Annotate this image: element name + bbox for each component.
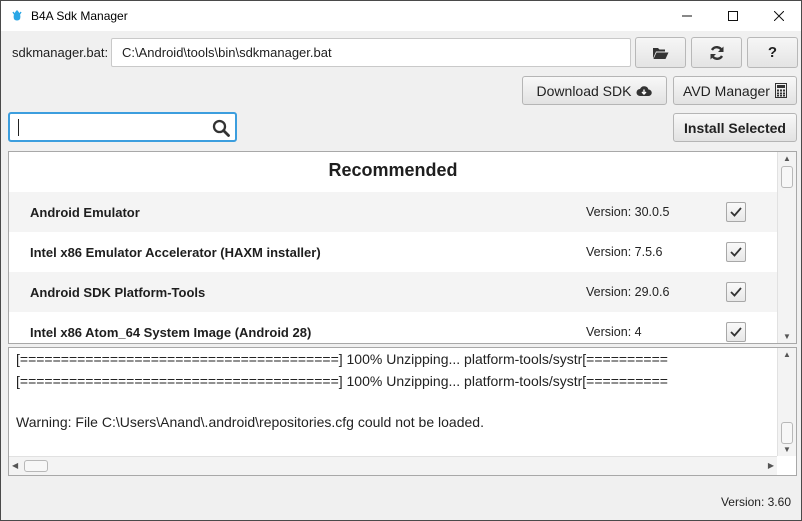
title-bar: B4A Sdk Manager	[1, 1, 801, 31]
help-button[interactable]: ?	[747, 37, 798, 68]
package-version: Version: 7.5.6	[586, 245, 663, 259]
log-line: Warning: File C:\Users\Anand\.android\re…	[16, 414, 484, 430]
scroll-right-icon[interactable]: ▶	[768, 461, 774, 470]
minimize-icon	[682, 15, 692, 17]
log-line: [=======================================…	[16, 351, 668, 367]
log-horizontal-scrollbar[interactable]: ◀ ▶	[9, 456, 777, 475]
cloud-download-icon	[636, 85, 653, 96]
package-version: Version: 30.0.5	[586, 205, 670, 219]
install-selected-button[interactable]: Install Selected	[673, 113, 797, 142]
list-vertical-scrollbar[interactable]: ▲ ▼	[777, 152, 796, 343]
list-item[interactable]: Android Emulator Version: 30.0.5	[9, 192, 777, 232]
sdkmanager-path-label: sdkmanager.bat:	[12, 45, 109, 60]
package-name: Android Emulator	[30, 205, 140, 220]
folder-open-icon	[653, 47, 669, 59]
browse-button[interactable]	[635, 37, 686, 68]
search-box[interactable]	[8, 112, 237, 142]
package-checkbox[interactable]	[726, 242, 746, 262]
list-item[interactable]: Intel x86 Atom_64 System Image (Android …	[9, 312, 777, 343]
scroll-down-icon[interactable]: ▼	[783, 445, 791, 454]
maximize-button[interactable]	[710, 1, 756, 31]
list-section-header: Recommended	[328, 160, 458, 180]
search-input[interactable]	[16, 118, 206, 136]
maximize-icon	[728, 11, 738, 21]
text-cursor	[18, 119, 19, 136]
checkmark-icon	[730, 287, 742, 297]
package-checkbox[interactable]	[726, 322, 746, 342]
close-icon	[774, 11, 784, 21]
minimize-button[interactable]	[664, 1, 710, 31]
refresh-button[interactable]	[691, 37, 742, 68]
package-version: Version: 4	[586, 325, 642, 339]
search-icon[interactable]	[212, 119, 230, 137]
package-checkbox[interactable]	[726, 202, 746, 222]
checkmark-icon	[730, 327, 742, 337]
window-title: B4A Sdk Manager	[31, 9, 128, 23]
list-item[interactable]: Intel x86 Emulator Accelerator (HAXM ins…	[9, 232, 777, 272]
sdkmanager-path-field[interactable]: C:\Android\tools\bin\sdkmanager.bat	[111, 38, 631, 67]
package-version: Version: 29.0.6	[586, 285, 670, 299]
checkmark-icon	[730, 207, 742, 217]
scroll-down-icon[interactable]: ▼	[783, 332, 791, 341]
scroll-up-icon[interactable]: ▲	[783, 350, 791, 359]
log-output[interactable]: [=======================================…	[8, 347, 797, 476]
package-list: Recommended Android Emulator Version: 30…	[8, 151, 797, 344]
scroll-left-icon[interactable]: ◀	[12, 461, 18, 470]
log-line: [=======================================…	[16, 373, 668, 389]
checkmark-icon	[730, 247, 742, 257]
package-checkbox[interactable]	[726, 282, 746, 302]
close-button[interactable]	[756, 1, 802, 31]
scroll-thumb[interactable]	[781, 166, 793, 188]
download-sdk-button[interactable]: Download SDK	[522, 76, 667, 105]
app-version: Version: 3.60	[720, 495, 791, 509]
log-vertical-scrollbar[interactable]: ▲ ▼	[777, 348, 796, 456]
sdk-manager-window: B4A Sdk Manager sdkmanager.bat: C:\Andro…	[0, 0, 802, 521]
scroll-thumb[interactable]	[781, 422, 793, 444]
refresh-icon	[710, 45, 723, 60]
calculator-icon	[774, 83, 787, 98]
list-item[interactable]: Android SDK Platform-Tools Version: 29.0…	[9, 272, 777, 312]
scroll-thumb[interactable]	[24, 460, 48, 472]
package-name: Intel x86 Emulator Accelerator (HAXM ins…	[30, 245, 321, 260]
avd-manager-label: AVD Manager	[683, 82, 770, 99]
b4a-app-icon	[12, 10, 22, 21]
avd-manager-button[interactable]: AVD Manager	[673, 76, 797, 105]
package-name: Android SDK Platform-Tools	[30, 285, 206, 300]
download-sdk-label: Download SDK	[536, 82, 632, 99]
scroll-up-icon[interactable]: ▲	[783, 154, 791, 163]
package-name: Intel x86 Atom_64 System Image (Android …	[30, 325, 312, 340]
